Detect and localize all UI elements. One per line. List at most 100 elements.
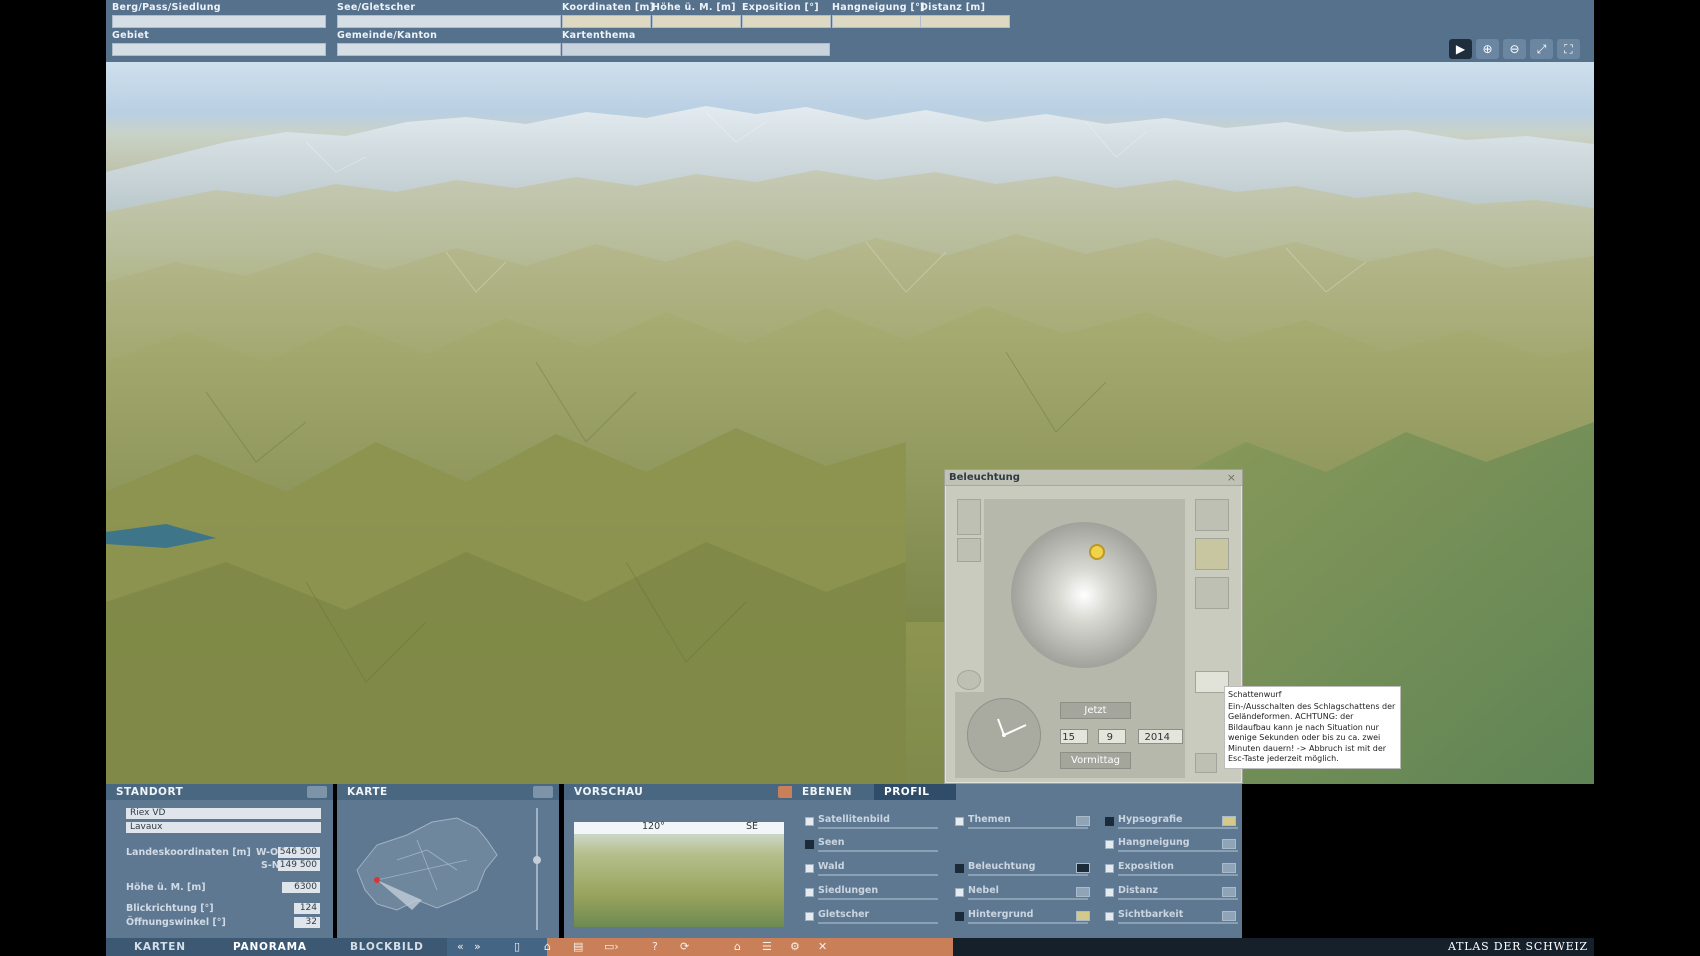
wald-slider[interactable] <box>818 874 938 876</box>
hangneigung-checkbox[interactable] <box>1105 840 1114 849</box>
themen-checkbox[interactable] <box>955 817 964 826</box>
dialog-titlebar[interactable]: Beleuchtung × <box>945 470 1242 486</box>
month-stepper[interactable]: 9 <box>1098 729 1126 744</box>
hintergrund-checkbox[interactable] <box>955 912 964 921</box>
day-stepper[interactable]: 15 <box>1060 729 1088 744</box>
forward-icon[interactable]: » <box>474 940 481 953</box>
reset-icon[interactable] <box>1195 753 1217 773</box>
lock-icon[interactable]: ⌂ <box>544 940 551 953</box>
zoom-out-icon[interactable]: ⊖ <box>1503 39 1526 59</box>
beleuchtung-checkbox[interactable] <box>955 864 964 873</box>
sun-globe[interactable] <box>1011 522 1157 668</box>
clock-icon[interactable] <box>967 698 1041 772</box>
vormittag-button[interactable]: Vormittag <box>1060 752 1131 769</box>
distanz-slider[interactable] <box>1118 898 1238 900</box>
sichtbarkeit-checkbox[interactable] <box>1105 912 1114 921</box>
koordinaten-field <box>562 15 651 28</box>
rotate-icon[interactable]: ⟳ <box>680 940 689 953</box>
shade-relief-icon[interactable] <box>1195 499 1229 531</box>
distanz-settings-icon[interactable] <box>1222 887 1236 897</box>
tab-blockbild[interactable]: BLOCKBILD <box>350 938 424 956</box>
gebiet-field[interactable] <box>112 43 326 56</box>
karte-title: KARTE <box>347 786 388 798</box>
sn-value[interactable]: 149 500 <box>278 860 320 871</box>
hypsografie-settings-icon[interactable] <box>1222 816 1236 826</box>
print-icon[interactable]: ▤ <box>573 940 583 953</box>
gemeinde-field[interactable] <box>337 43 561 56</box>
satellitenbild-checkbox[interactable] <box>805 817 814 826</box>
panorama-3d-view[interactable] <box>106 62 1594 784</box>
fit-view-icon[interactable]: ⤢ <box>1530 39 1553 59</box>
close-app-icon[interactable]: ✕ <box>818 940 827 953</box>
map-toggle-icon[interactable] <box>533 786 553 798</box>
export-icon[interactable]: ▭› <box>604 940 619 953</box>
document-icon[interactable]: ▯ <box>514 940 520 953</box>
blickrichtung-value[interactable]: 124 <box>294 903 320 914</box>
tab-panorama[interactable]: PANORAMA <box>233 938 307 956</box>
hypsografie-checkbox[interactable] <box>1105 817 1114 826</box>
distanz-label: Distanz [m] <box>920 2 986 13</box>
themen-settings-icon[interactable] <box>1076 816 1090 826</box>
exposition-settings-icon[interactable] <box>1222 863 1236 873</box>
help-icon[interactable]: ? <box>652 940 658 953</box>
clock-small-icon[interactable] <box>957 670 981 690</box>
sichtbarkeit-slider[interactable] <box>1118 922 1238 924</box>
nebel-settings-icon[interactable] <box>1076 887 1090 897</box>
play-icon[interactable]: ▶ <box>1449 39 1472 59</box>
sun-icon[interactable] <box>1089 544 1105 560</box>
beleuchtung-settings-icon[interactable] <box>1076 863 1090 873</box>
exposition-slider[interactable] <box>1118 874 1238 876</box>
list-view-icon[interactable]: ☰ <box>762 940 772 953</box>
sun-move-icon[interactable] <box>957 499 981 535</box>
hintergrund-slider[interactable] <box>968 922 1088 924</box>
nebel-slider[interactable] <box>968 898 1088 900</box>
hypsografie-slider[interactable] <box>1118 827 1238 829</box>
beleuchtung-slider[interactable] <box>968 874 1088 876</box>
tab-karten[interactable]: KARTEN <box>134 938 186 956</box>
zoom-in-icon[interactable]: ⊕ <box>1476 39 1499 59</box>
brand-logo: ATLAS DER SCHWEIZ <box>1447 940 1588 953</box>
settings-icon[interactable]: ⚙ <box>790 940 800 953</box>
home-icon[interactable]: ⌂ <box>734 940 741 953</box>
gletscher-checkbox[interactable] <box>805 912 814 921</box>
year-stepper[interactable]: 2014 <box>1138 729 1183 744</box>
siedlungen-slider[interactable] <box>818 898 938 900</box>
wo-value[interactable]: 546 500 <box>278 847 320 858</box>
atlas-app: Berg/Pass/Siedlung See/Gletscher Koordin… <box>106 0 1594 956</box>
place-field[interactable]: Riex VD <box>126 808 321 819</box>
hill-light-icon[interactable] <box>1195 538 1229 570</box>
distanz-checkbox[interactable] <box>1105 888 1114 897</box>
berg-field[interactable] <box>112 15 326 28</box>
gletscher-slider[interactable] <box>818 922 938 924</box>
back-icon[interactable]: « <box>457 940 464 953</box>
karte-header: KARTE <box>337 784 559 800</box>
hangneigung-slider[interactable] <box>1118 850 1238 852</box>
sichtbarkeit-settings-icon[interactable] <box>1222 911 1236 921</box>
close-icon[interactable]: × <box>1227 471 1236 484</box>
fullscreen-icon[interactable]: ⛶ <box>1557 39 1580 59</box>
jetzt-button[interactable]: Jetzt <box>1060 702 1131 719</box>
siedlungen-checkbox[interactable] <box>805 888 814 897</box>
list-icon[interactable] <box>307 786 327 798</box>
hoehe-value[interactable]: 6300 <box>282 882 320 893</box>
seen-slider[interactable] <box>818 850 938 852</box>
nebel-checkbox[interactable] <box>955 888 964 897</box>
hangneigung-field <box>832 15 921 28</box>
wald-checkbox[interactable] <box>805 864 814 873</box>
see-field[interactable] <box>337 15 561 28</box>
valley-light-icon[interactable] <box>1195 577 1229 609</box>
light-source-icon[interactable] <box>957 538 981 562</box>
satellitenbild-slider[interactable] <box>818 827 938 829</box>
exposition-checkbox[interactable] <box>1105 864 1114 873</box>
bottom-nav: KARTEN PANORAMA BLOCKBILD « » ▯ ⌂ ▤ ▭› ?… <box>106 938 1594 956</box>
themen-slider[interactable] <box>968 827 1088 829</box>
search-bar: Berg/Pass/Siedlung See/Gletscher Koordin… <box>106 0 1594 62</box>
hangneigung-settings-icon[interactable] <box>1222 839 1236 849</box>
sn-label: S-N <box>261 860 280 871</box>
hintergrund-settings-icon[interactable] <box>1076 911 1090 921</box>
overview-map[interactable] <box>337 800 559 938</box>
oeffnungswinkel-value[interactable]: 32 <box>294 917 320 928</box>
seen-checkbox[interactable] <box>805 840 814 849</box>
region-field[interactable]: Lavaux <box>126 822 321 833</box>
tooltip-title: Schattenwurf <box>1228 690 1282 699</box>
